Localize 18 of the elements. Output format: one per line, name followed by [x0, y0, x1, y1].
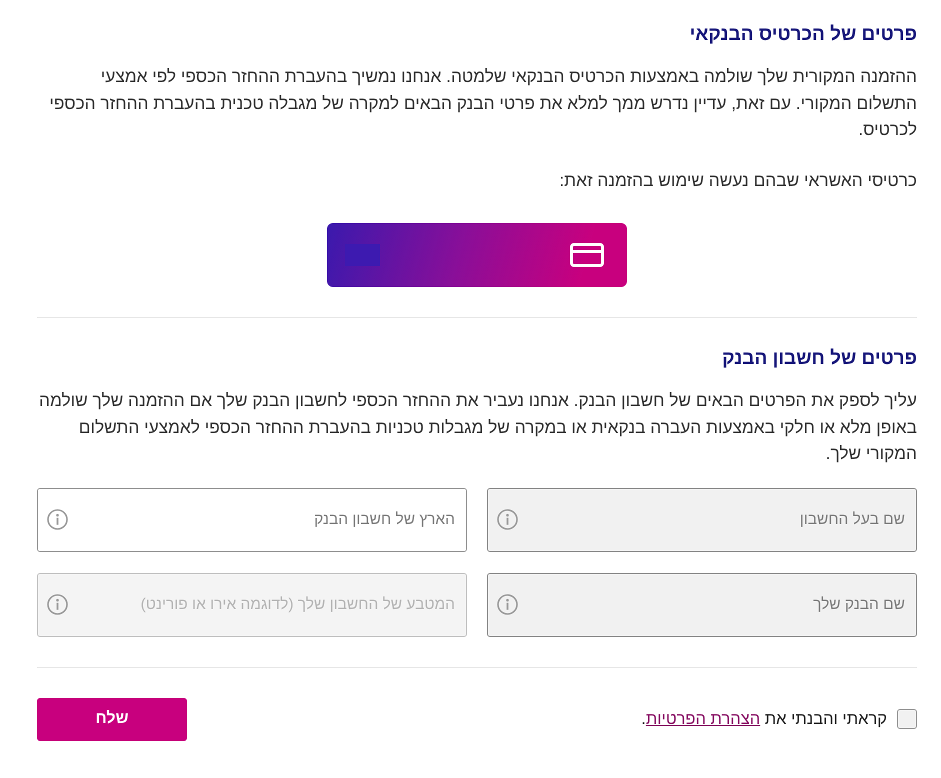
- section-title: פרטים של חשבון הבנק: [721, 348, 917, 370]
- info-icon[interactable]: [497, 594, 518, 614]
- credit-card-icon: [570, 243, 604, 267]
- info-icon[interactable]: [497, 508, 518, 530]
- consent-label: קראתי והבנתי את הצהרת הפרטיות.: [641, 710, 887, 728]
- description-text: עליך לספק את הפרטים הבאים של חשבון הבנק. אנחנו נעביר את ההחזר הכספי לחשבון הבנק שלך אם ההזמנה שלך שולמה באופן מלא או חלקי באמצעות העברה בנקאית או במקרה של מגבלות טכניות בהעברת ההחזר הכספי לאמצעי התשלום המקורי שלך.: [38, 389, 917, 465]
- info-icon[interactable]: [47, 508, 68, 530]
- description-text: ההזמנה המקורית שלך שולמה באמצעות הכרטיס הבנקאי שלמטה. אנחנו נמשיך בהעברת ההחזר הכספי לפי אמצעי התשלום המקורי. עם זאת, עדיין נדרש ממך למלא את פרטי הבנק הבאים למקרה של מגבלה טכנית בהעברת ההחזר הכספי לכרטיס.: [48, 65, 917, 141]
- square-icon: [345, 244, 380, 266]
- text-field[interactable]: שם בעל החשבון: [487, 488, 917, 552]
- checkbox[interactable]: [897, 709, 917, 729]
- text-field[interactable]: שם הבנק שלך: [487, 572, 917, 636]
- section-title: פרטים של הכרטיס הבנקאי: [688, 24, 917, 46]
- text-field[interactable]: הארץ של חשבון הבנק: [37, 488, 467, 552]
- cards-label: כרטיסי האשראי שבהם נעשה שימוש בהזמנה זאת:: [558, 168, 917, 192]
- submit-button[interactable]: שלח: [37, 698, 187, 740]
- privacy-link[interactable]: הצהרת הפרטיות: [646, 710, 760, 728]
- info-icon[interactable]: [47, 594, 68, 614]
